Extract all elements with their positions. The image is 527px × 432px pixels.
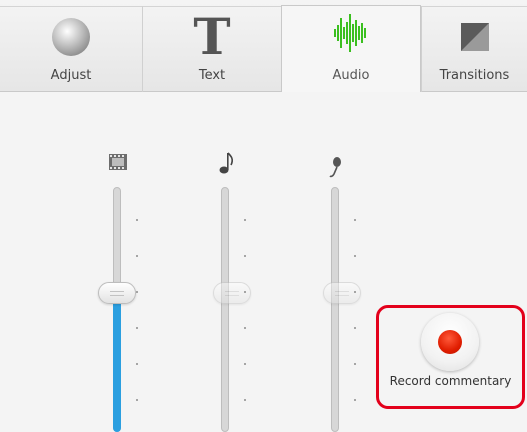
tab-bar: Adjust T Text Audio Transitions [0,0,527,93]
slider-tick [244,399,246,401]
tab-text[interactable]: T Text [142,6,281,92]
slider-tick [244,291,246,293]
commentary-volume-track[interactable] [331,187,339,432]
audio-waveform-icon [334,14,366,52]
tab-audio[interactable]: Audio [281,5,421,93]
slider-tick [244,327,246,329]
video-volume-track[interactable] [113,187,121,432]
tab-text-label: Text [198,68,226,83]
tab-transitions[interactable]: Transitions [421,6,527,92]
commentary-volume-thumb[interactable] [323,282,361,304]
slider-tick [354,327,356,329]
music-volume-thumb[interactable] [213,282,251,304]
film-icon [109,154,127,170]
tab-adjust-label: Adjust [50,68,92,83]
record-dot-icon [438,330,462,354]
microphone-icon [329,157,341,178]
tab-audio-label: Audio [332,68,370,83]
music-volume-track[interactable] [221,187,229,432]
slider-tick [136,255,138,257]
slider-tick [136,219,138,221]
music-note-icon [219,152,234,174]
record-commentary-label: Record commentary [389,374,512,388]
slider-tick [354,219,356,221]
slider-tick [354,399,356,401]
slider-tick [354,363,356,365]
slider-tick [136,363,138,365]
slider-tick [244,363,246,365]
slider-tick [244,219,246,221]
text-t-icon: T [193,7,231,66]
slider-tick [354,291,356,293]
slider-tick [136,291,138,293]
video-volume-thumb[interactable] [98,282,136,304]
adjust-sphere-icon [52,18,90,56]
tab-transitions-label: Transitions [439,68,510,83]
slider-tick [136,327,138,329]
transitions-icon [460,23,489,51]
tab-adjust[interactable]: Adjust [0,6,142,92]
record-commentary-button[interactable] [421,313,479,371]
slider-tick [244,255,246,257]
slider-tick [354,255,356,257]
video-volume-fill [113,293,121,432]
slider-tick [136,399,138,401]
